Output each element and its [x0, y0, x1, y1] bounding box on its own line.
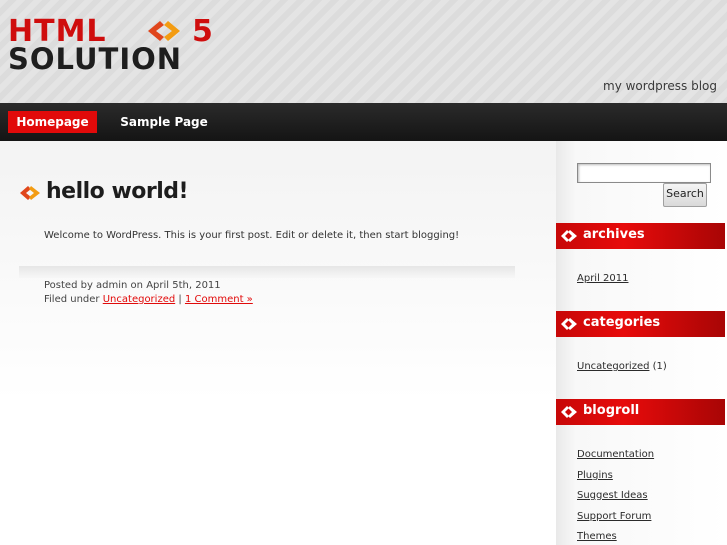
blogroll-item: Themes: [577, 531, 617, 542]
site-tagline: my wordpress blog: [603, 79, 717, 93]
blogroll-link-suggest-ideas[interactable]: Suggest Ideas: [577, 490, 648, 501]
search-button[interactable]: Search: [663, 183, 707, 207]
widget-title-text: archives: [583, 227, 645, 242]
post-title-arrow-icon: [20, 186, 40, 200]
site-logo[interactable]: HTML 5 SOLUTION: [8, 17, 230, 75]
blogroll-item: Suggest Ideas: [577, 490, 648, 501]
site-header: HTML 5 SOLUTION my wordpress blog: [0, 0, 727, 103]
nav-item-sample-page[interactable]: Sample Page: [118, 111, 210, 133]
post-title[interactable]: hello world!: [46, 179, 189, 204]
blogroll-link-support-forum[interactable]: Support Forum: [577, 511, 651, 522]
meta-separator: |: [178, 294, 182, 305]
logo-text-number: 5: [192, 14, 214, 49]
widget-title-archives: archives: [556, 223, 725, 249]
logo-arrows-icon: [148, 21, 180, 41]
category-link[interactable]: Uncategorized: [103, 294, 175, 305]
blogroll-link-plugins[interactable]: Plugins: [577, 470, 613, 481]
logo-text-solution: SOLUTION: [8, 42, 183, 76]
blogroll-item: Support Forum: [577, 511, 651, 522]
search-input[interactable]: [577, 163, 711, 183]
post-byline: Posted by admin on April 5th, 2011: [44, 280, 221, 291]
blogroll-item: Documentation: [577, 449, 654, 460]
blogroll-link-themes[interactable]: Themes: [577, 531, 617, 542]
nav-item-homepage[interactable]: Homepage: [8, 111, 97, 133]
main-nav: Homepage Sample Page: [0, 103, 727, 141]
archive-item: April 2011: [577, 273, 628, 284]
post-body: Welcome to WordPress. This is your first…: [44, 230, 460, 241]
archives-arrow-icon: [561, 230, 577, 242]
filed-under-label: Filed under: [44, 294, 100, 305]
blogroll-item: Plugins: [577, 470, 613, 481]
categories-arrow-icon: [561, 318, 577, 330]
post-filed-under: Filed under Uncategorized | 1 Comment »: [44, 294, 253, 305]
widget-title-text: categories: [583, 315, 661, 330]
category-count: (1): [652, 361, 667, 372]
category-item-link[interactable]: Uncategorized: [577, 361, 649, 372]
widget-title-categories: categories: [556, 311, 725, 337]
widget-title-text: blogroll: [583, 403, 640, 418]
post-divider: [19, 266, 515, 278]
blogroll-link-documentation[interactable]: Documentation: [577, 449, 654, 460]
widget-title-blogroll: blogroll: [556, 399, 725, 425]
comments-link[interactable]: 1 Comment »: [185, 294, 253, 305]
archive-link[interactable]: April 2011: [577, 273, 628, 284]
blogroll-arrow-icon: [561, 406, 577, 418]
category-item: Uncategorized (1): [577, 361, 667, 372]
